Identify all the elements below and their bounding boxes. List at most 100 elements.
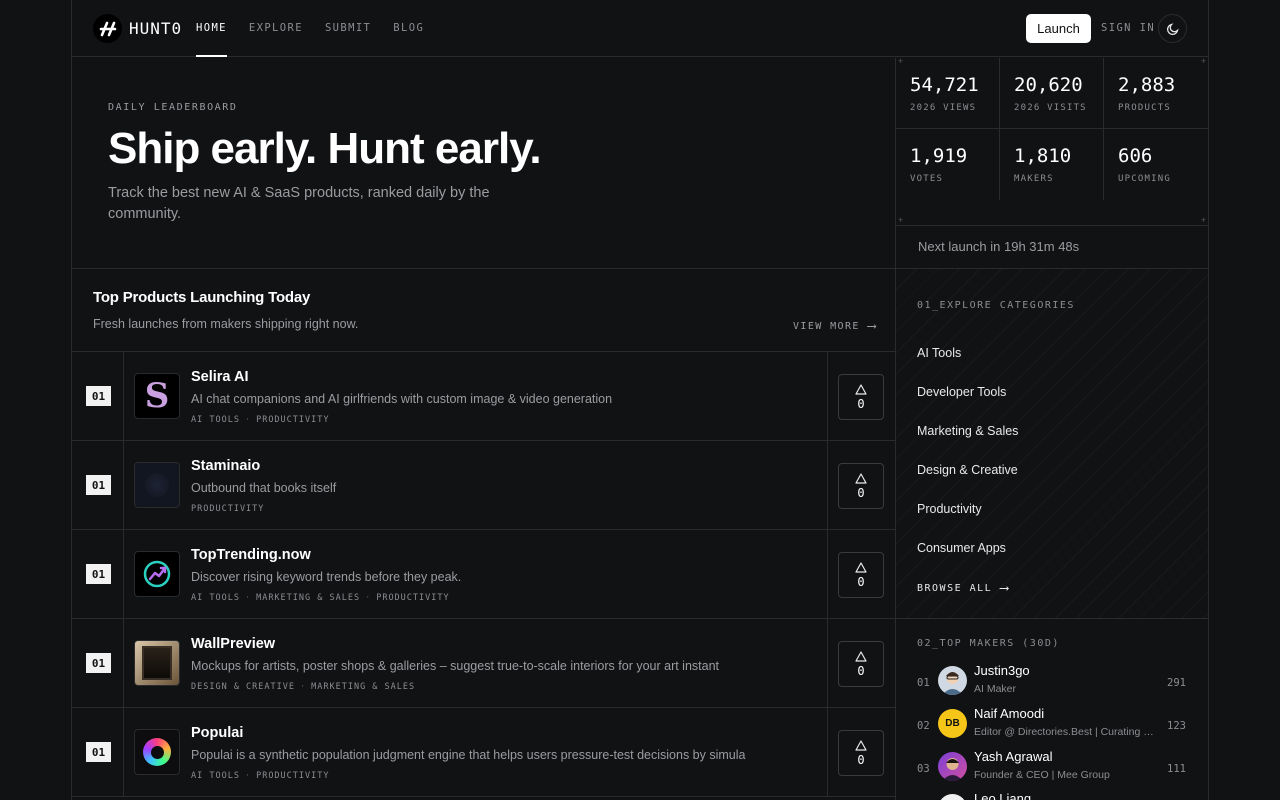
product-row[interactable]: 01 Populai Populai is a synthetic popula… — [72, 708, 895, 797]
corner-plus-icon: + — [1200, 215, 1206, 225]
maker-row[interactable]: 03 Yash Agrawal Founder & CEO | Mee Grou… — [896, 749, 1208, 792]
tag[interactable]: PRODUCTIVITY — [191, 504, 264, 514]
product-name[interactable]: Selira AI — [191, 369, 249, 385]
product-row[interactable]: 01 S Selira AI AI chat companions and AI… — [72, 352, 895, 441]
category-ai-tools[interactable]: AI Tools — [917, 346, 961, 360]
upvote-triangle-icon — [855, 561, 867, 573]
rank-badge: 01 — [86, 653, 111, 673]
categories-eyebrow: 01_EXPLORE CATEGORIES — [917, 300, 1075, 311]
product-row[interactable]: 01 TopTrending.now Discover rising keywo… — [72, 530, 895, 619]
rank-badge: 01 — [86, 564, 111, 584]
upvote-button[interactable]: 0 — [838, 463, 884, 509]
tag[interactable]: DESIGN & CREATIVE — [191, 682, 295, 692]
maker-name[interactable]: Yash Agrawal — [974, 749, 1053, 764]
upvote-button[interactable]: 0 — [838, 641, 884, 687]
stat-value: 1,919 — [910, 145, 968, 167]
theme-toggle-button[interactable] — [1158, 14, 1187, 43]
divider — [123, 441, 124, 529]
page-title: Ship early. Hunt early. — [108, 124, 542, 173]
ring-logo-glyph — [143, 738, 171, 766]
rank-badge: 01 — [86, 475, 111, 495]
trending-logo-icon — [143, 560, 171, 588]
view-more-link[interactable]: VIEW MORE ⟶ — [793, 319, 877, 334]
logo-mark-icon — [93, 14, 122, 43]
tag[interactable]: PRODUCTIVITY — [376, 593, 449, 603]
category-consumer-apps[interactable]: Consumer Apps — [917, 541, 1006, 555]
product-name[interactable]: Staminaio — [191, 458, 260, 474]
tag[interactable]: AI TOOLS — [191, 771, 240, 781]
tag[interactable]: MARKETING & SALES — [256, 593, 360, 603]
maker-role: Founder & CEO | Mee Group — [974, 769, 1110, 781]
category-marketing-sales[interactable]: Marketing & Sales — [917, 424, 1018, 438]
tag[interactable]: MARKETING & SALES — [311, 682, 415, 692]
stat-products: 2,883 PRODUCTS — [1104, 58, 1208, 129]
product-tags: AI TOOLS · PRODUCTIVITY — [191, 415, 330, 425]
product-description: Outbound that books itself — [191, 481, 337, 495]
nav-submit[interactable]: SUBMIT — [325, 0, 371, 57]
product-thumbnail — [134, 462, 180, 508]
product-tags: AI TOOLS · MARKETING & SALES · PRODUCTIVITY — [191, 593, 450, 603]
product-name[interactable]: Populai — [191, 725, 243, 741]
maker-rank: 03 — [917, 763, 930, 775]
tag[interactable]: PRODUCTIVITY — [256, 415, 329, 425]
tag[interactable]: AI TOOLS — [191, 415, 240, 425]
corner-plus-icon: + — [898, 215, 904, 225]
stat-value: 606 — [1118, 145, 1153, 167]
maker-name[interactable]: Naif Amoodi — [974, 706, 1044, 721]
avatar — [938, 666, 967, 695]
tag[interactable]: PRODUCTIVITY — [256, 771, 329, 781]
thumbnail-glyph — [145, 473, 169, 497]
nav-explore[interactable]: EXPLORE — [249, 0, 303, 57]
product-thumbnail — [134, 551, 180, 597]
hero-eyebrow: DAILY LEADERBOARD — [108, 102, 238, 113]
product-row[interactable]: 01 WallPreview Mockups for artists, post… — [72, 619, 895, 708]
stats-panel: + + 54,721 2026 VIEWS 20,620 2026 VISITS… — [895, 56, 1208, 268]
upvote-button[interactable]: 0 — [838, 374, 884, 420]
category-developer-tools[interactable]: Developer Tools — [917, 385, 1006, 399]
hero-subtitle: Track the best new AI & SaaS products, r… — [108, 185, 490, 222]
nav-home[interactable]: HOME — [196, 0, 227, 57]
maker-role: AI Maker — [974, 683, 1017, 695]
browse-all-link[interactable]: BROWSE ALL ⟶ — [917, 581, 1010, 596]
product-thumbnail: S — [134, 373, 180, 419]
tag[interactable]: AI TOOLS — [191, 593, 240, 603]
maker-row[interactable]: 02 DB Naif Amoodi Editor @ Directories.B… — [896, 706, 1208, 749]
framed-art-glyph — [142, 646, 172, 680]
maker-rank: 02 — [917, 720, 930, 732]
divider — [123, 530, 124, 618]
category-design-creative[interactable]: Design & Creative — [917, 463, 1018, 477]
product-name[interactable]: WallPreview — [191, 636, 275, 652]
category-productivity[interactable]: Productivity — [917, 502, 982, 516]
stat-visits: 20,620 2026 VISITS — [1000, 58, 1104, 129]
stat-votes: 1,919 VOTES — [896, 129, 1000, 200]
products-section-subtitle: Fresh launches from makers shipping righ… — [93, 317, 359, 331]
divider — [827, 441, 828, 529]
sign-in-link[interactable]: SIGN IN — [1101, 22, 1155, 34]
maker-row[interactable]: 01 Justin3go AI Maker 291 — [896, 663, 1208, 706]
divider — [123, 619, 124, 707]
makers-eyebrow: 02_TOP MAKERS (30D) — [917, 638, 1060, 649]
maker-row[interactable]: Leo Liang — [896, 791, 1208, 800]
maker-score: 291 — [1167, 677, 1186, 689]
divider — [896, 618, 1208, 619]
logo[interactable]: HUNT0 — [93, 14, 182, 43]
hero-section: DAILY LEADERBOARD Ship early. Hunt early… — [72, 58, 895, 268]
divider — [123, 352, 124, 440]
launch-button[interactable]: Launch — [1026, 14, 1091, 43]
stat-label: VOTES — [910, 174, 944, 184]
view-more-label: VIEW MORE — [793, 321, 860, 332]
product-description: AI chat companions and AI girlfriends wi… — [191, 392, 613, 406]
stat-label: 2026 VIEWS — [910, 103, 977, 113]
stat-upcoming: 606 UPCOMING — [1104, 129, 1208, 200]
maker-name[interactable]: Justin3go — [974, 663, 1030, 678]
categories-panel: 01_EXPLORE CATEGORIES AI Tools Developer… — [896, 269, 1208, 618]
maker-name[interactable]: Leo Liang — [974, 791, 1031, 800]
upvote-button[interactable]: 0 — [838, 730, 884, 776]
upvote-button[interactable]: 0 — [838, 552, 884, 598]
product-tags: PRODUCTIVITY — [191, 504, 264, 514]
stat-label: 2026 VISITS — [1014, 103, 1087, 113]
divider — [827, 530, 828, 618]
nav-blog[interactable]: BLOG — [393, 0, 424, 57]
product-row[interactable]: 01 Staminaio Outbound that books itself … — [72, 441, 895, 530]
product-name[interactable]: TopTrending.now — [191, 547, 311, 563]
